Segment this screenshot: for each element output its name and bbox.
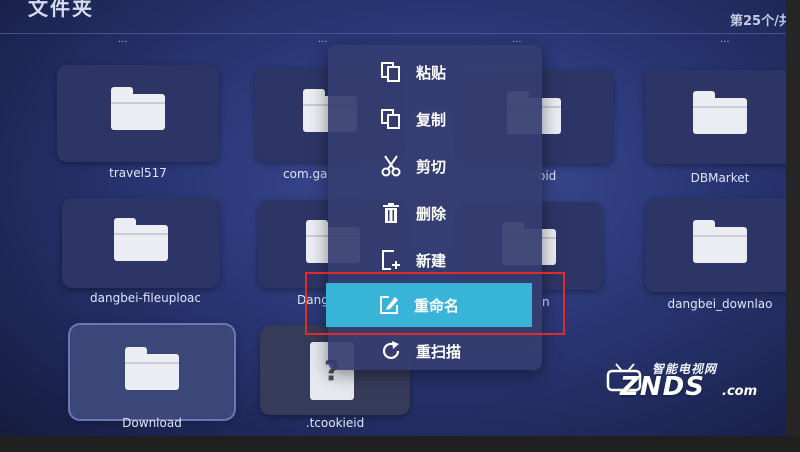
menu-item-label: 剪切: [416, 158, 447, 176]
menu-item-label: 复制: [416, 111, 447, 129]
monitor-bezel-right: [786, 0, 800, 452]
folder-icon: [125, 347, 179, 392]
watermark-brand: ZNDS: [620, 372, 705, 402]
delete-icon: [383, 203, 399, 223]
folder-name: DBMarket: [690, 171, 750, 185]
menu-item-label: 重扫描: [416, 343, 462, 361]
new-icon: [382, 250, 400, 270]
menu-item-rescan[interactable]: 重扫描: [328, 331, 542, 371]
folder-tile[interactable]: [57, 65, 219, 162]
folder-icon: [114, 218, 168, 263]
folder-icon: [111, 87, 165, 132]
menu-item-delete[interactable]: 删除: [328, 193, 542, 233]
file-name: .tcookieid: [305, 416, 365, 430]
folder-icon: [693, 220, 747, 265]
watermark-logo: 智能电视网 ZNDS .com: [600, 360, 780, 420]
folder-name: dangbei-fileuploac: [90, 291, 200, 305]
top-row-fragment: ...: [118, 34, 128, 45]
copy-icon: [381, 109, 400, 129]
watermark-domain: .com: [722, 384, 758, 399]
menu-item-label: 粘贴: [416, 64, 447, 82]
top-row-fragment: ...: [720, 34, 730, 45]
annotation-highlight-box: [305, 272, 565, 335]
page-title: 文件夹: [28, 0, 94, 20]
rescan-icon: [382, 341, 400, 360]
folder-name: dangbei_downlao: [667, 297, 773, 311]
folder-name: travel517: [109, 166, 167, 180]
top-row-fragment: ...: [318, 34, 328, 45]
folder-icon: [693, 91, 747, 136]
top-row-fragment: ...: [512, 34, 522, 45]
file-manager-screen: 文件夹 第25个/共26 ... ... ... ... travel517 c…: [0, 0, 800, 452]
folder-tile-selected[interactable]: [70, 325, 234, 419]
folder-name: Download: [122, 416, 182, 430]
folder-tile[interactable]: [645, 198, 795, 292]
paste-icon: [381, 62, 400, 82]
menu-item-label: 新建: [416, 252, 447, 270]
folder-name: oid: [538, 169, 557, 183]
folder-tile[interactable]: [62, 198, 220, 288]
menu-item-copy[interactable]: 复制: [328, 99, 542, 139]
cut-icon: [381, 155, 401, 177]
menu-item-cut[interactable]: 剪切: [328, 146, 542, 186]
menu-item-paste[interactable]: 粘贴: [328, 52, 542, 92]
folder-tile[interactable]: [645, 70, 795, 164]
monitor-bezel-bottom: [0, 436, 800, 452]
menu-item-label: 删除: [416, 205, 447, 223]
